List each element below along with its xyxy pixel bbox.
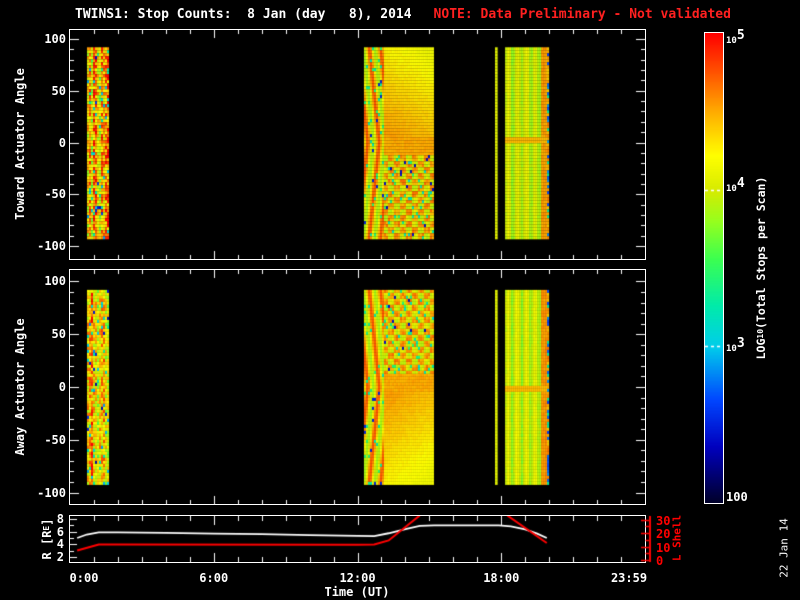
y-tick-label: 0 [58,135,66,150]
lshell-tick-label: 30 [656,513,671,528]
lshell-tick-label: 10 [656,540,671,555]
spectrogram-panel-toward [69,29,646,260]
y-tick-label: -100 [37,239,66,253]
plot-page: TWINS1: Stop Counts: 8 Jan (day 8), 2014… [0,0,800,600]
x-tick-label: 0:00 [69,571,99,585]
colorbar-tick-label: 105 [726,28,745,47]
colorbar [704,32,724,504]
lshell-tick-label: 20 [656,527,671,541]
y-tick-label: 0 [58,380,66,394]
x-tick-label: 12:00 [339,571,376,585]
orbit-line-canvas [70,516,645,562]
y-tick-label: 100 [44,274,66,289]
y-tick-label: 100 [44,32,66,46]
colorbar-tick-label: 103 [726,336,745,355]
colorbar-tick-label: 100 [726,490,748,504]
y-tick-label: 50 [51,327,66,342]
y-tick-label: 50 [51,83,66,98]
y-axis-title-toward: Toward Actuator Angle [13,68,27,220]
spectrogram-panel-away [69,269,646,505]
title-bar: TWINS1: Stop Counts: 8 Jan (day 8), 2014… [75,7,731,22]
lshell-axis-title: L Shell [670,514,684,562]
x-tick-label: 6:00 [199,571,229,585]
preliminary-note: NOTE: Data Preliminary - Not validated [433,7,731,22]
lshell-tick-label: 0 [656,554,664,568]
y-tick-label: -50 [44,432,66,447]
spectrogram-canvas-away [70,270,645,504]
orbit-line-panel [69,515,646,563]
x-axis-title: Time (UT) [324,585,390,599]
x-tick-label: 18:00 [483,571,520,585]
r-tick-label: 2 [56,549,64,564]
datestamp: 22 Jan 14 [777,518,791,578]
y-tick-label: -100 [37,485,66,500]
colorbar-tick-label: 104 [726,176,745,195]
x-tick-label: 23:59 [610,571,648,585]
colorbar-title: LOG10(Total Stops per Scan) [754,176,768,360]
y-axis-title-away: Away Actuator Angle [13,318,27,456]
colorbar-canvas [705,33,723,503]
y-tick-label: -50 [44,187,66,202]
spectrogram-canvas-toward [70,30,645,259]
r-axis-title: R [RE] [40,518,54,560]
plot-title: TWINS1: Stop Counts: 8 Jan (day 8), 2014 [75,7,412,22]
